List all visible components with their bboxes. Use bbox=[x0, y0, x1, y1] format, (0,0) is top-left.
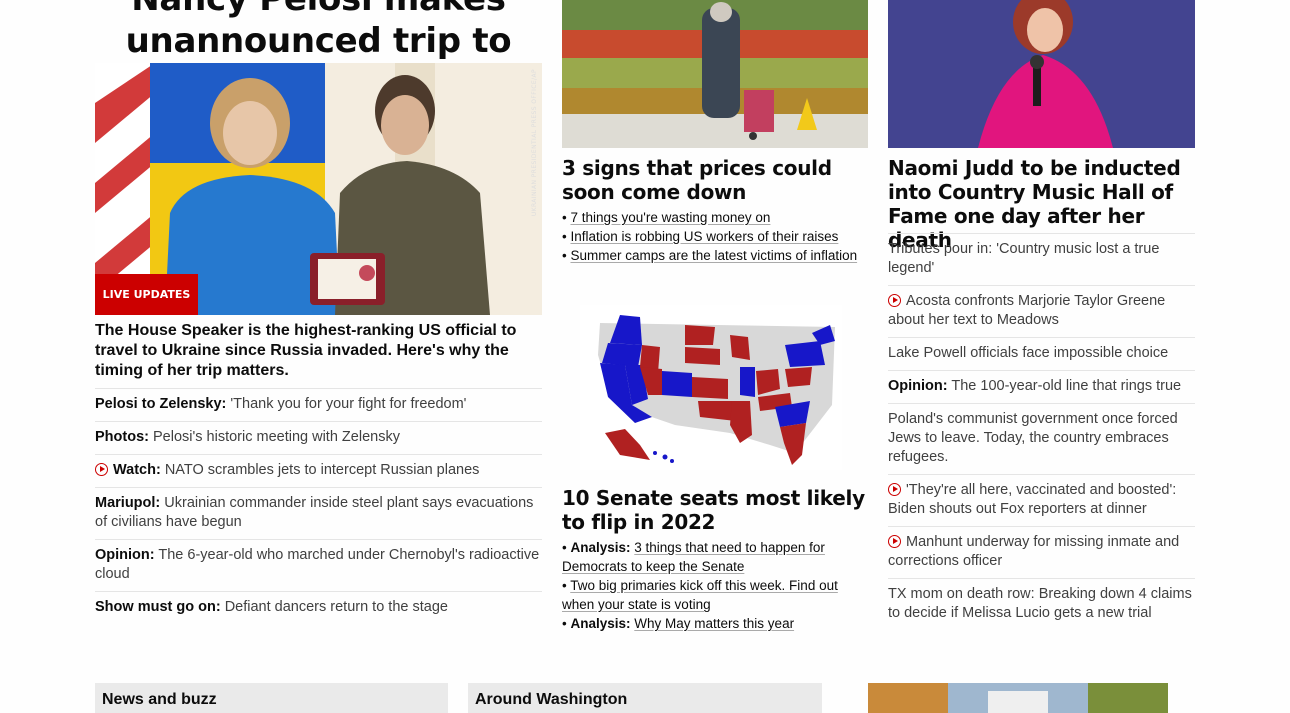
item-text: The 100-year-old line that rings true bbox=[951, 378, 1182, 394]
bullet-link[interactable]: Inflation is robbing US workers of their… bbox=[570, 229, 838, 244]
item-text: 'They're all here, vaccinated and booste… bbox=[888, 482, 1177, 517]
play-icon bbox=[888, 535, 901, 548]
bullet-item: • Summer camps are the latest victims of… bbox=[562, 248, 858, 263]
item-text: Tributes pour in: 'Country music lost a … bbox=[888, 241, 1160, 276]
play-icon bbox=[888, 483, 901, 496]
list-item[interactable]: Opinion: The 6-year-old who marched unde… bbox=[95, 539, 542, 591]
grocery-photo[interactable] bbox=[562, 0, 868, 148]
lead-subhead[interactable]: The House Speaker is the highest-ranking… bbox=[95, 321, 542, 381]
naomi-judd-image bbox=[888, 0, 1195, 148]
bullet-link[interactable]: Summer camps are the latest victims of i… bbox=[570, 248, 857, 263]
list-item[interactable]: Pelosi to Zelensky: 'Thank you for your … bbox=[95, 388, 542, 421]
item-text: TX mom on death row: Breaking down 4 cla… bbox=[888, 586, 1192, 621]
list-item[interactable]: Watch: NATO scrambles jets to intercept … bbox=[95, 454, 542, 487]
prices-headline[interactable]: 3 signs that prices could soon come down bbox=[562, 156, 868, 204]
play-icon bbox=[888, 294, 901, 307]
item-label: Mariupol: bbox=[95, 495, 161, 511]
item-label: Photos: bbox=[95, 429, 149, 445]
bullet-item: • Two big primaries kick off this week. … bbox=[562, 578, 838, 612]
list-item[interactable]: Acosta confronts Marjorie Taylor Greene … bbox=[888, 285, 1195, 337]
list-item[interactable]: Poland's communist government once force… bbox=[888, 403, 1195, 474]
news-buzz-section-header[interactable]: News and buzz bbox=[95, 683, 448, 713]
item-text: Poland's communist government once force… bbox=[888, 411, 1178, 465]
grocery-aisle-image bbox=[562, 0, 868, 148]
bullet-link[interactable]: Two big primaries kick off this week. Fi… bbox=[562, 578, 838, 612]
lead-related-list: Pelosi to Zelensky: 'Thank you for your … bbox=[95, 388, 542, 624]
prices-related-list: • 7 things you're wasting money on • Infl… bbox=[562, 208, 862, 265]
bullet-item: • Analysis: 3 things that need to happen… bbox=[562, 540, 825, 574]
list-item[interactable]: TX mom on death row: Breaking down 4 cla… bbox=[888, 578, 1195, 630]
list-item[interactable]: 'They're all here, vaccinated and booste… bbox=[888, 474, 1195, 526]
promo-image bbox=[868, 683, 1168, 713]
item-text: NATO scrambles jets to intercept Russian… bbox=[164, 462, 480, 478]
bullet-link[interactable]: Why May matters this year bbox=[634, 616, 794, 631]
item-label: Opinion: bbox=[888, 378, 948, 394]
senate-map[interactable] bbox=[580, 305, 842, 470]
bullet-link[interactable]: 7 things you're wasting money on bbox=[570, 210, 770, 225]
list-item[interactable]: Photos: Pelosi's historic meeting with Z… bbox=[95, 421, 542, 454]
bullet-label: Analysis: bbox=[570, 540, 631, 555]
item-label: Pelosi to Zelensky: bbox=[95, 396, 227, 412]
play-icon bbox=[95, 463, 108, 476]
bullet-label: Analysis: bbox=[570, 616, 631, 631]
judd-related-list: Tributes pour in: 'Country music lost a … bbox=[888, 233, 1195, 630]
list-item[interactable]: Tributes pour in: 'Country music lost a … bbox=[888, 233, 1195, 285]
item-text: Pelosi's historic meeting with Zelensky bbox=[153, 429, 400, 445]
list-item[interactable]: Opinion: The 100-year-old line that ring… bbox=[888, 370, 1195, 403]
list-item[interactable]: Show must go on: Defiant dancers return … bbox=[95, 591, 542, 624]
list-item[interactable]: Lake Powell officials face impossible ch… bbox=[888, 337, 1195, 370]
bullet-item: • 7 things you're wasting money on bbox=[562, 210, 771, 225]
list-item[interactable]: Mariupol: Ukrainian commander inside ste… bbox=[95, 487, 542, 539]
photo-credit: UKRAINIAN PRESIDENTIAL PRESS OFFICE/AP bbox=[531, 69, 538, 217]
item-text: 'Thank you for your fight for freedom' bbox=[230, 396, 467, 412]
item-label: Watch: bbox=[113, 462, 161, 478]
naomi-judd-photo[interactable] bbox=[888, 0, 1195, 148]
item-text: Defiant dancers return to the stage bbox=[224, 599, 448, 615]
item-text: Acosta confronts Marjorie Taylor Greene … bbox=[888, 293, 1166, 328]
item-label: Opinion: bbox=[95, 547, 155, 563]
item-text: The 6-year-old who marched under Chernob… bbox=[95, 547, 540, 582]
live-updates-badge[interactable]: LIVE UPDATES bbox=[95, 274, 198, 315]
bullet-item: • Inflation is robbing US workers of the… bbox=[562, 229, 839, 244]
item-label: Show must go on: bbox=[95, 599, 221, 615]
item-text: Lake Powell officials face impossible ch… bbox=[888, 345, 1169, 361]
us-senate-map-image bbox=[580, 305, 842, 470]
list-item[interactable]: Manhunt underway for missing inmate and … bbox=[888, 526, 1195, 578]
senate-related-list: • Analysis: 3 things that need to happen… bbox=[562, 538, 862, 633]
item-text: Manhunt underway for missing inmate and … bbox=[888, 534, 1180, 569]
bullet-item: • Analysis: Why May matters this year bbox=[562, 616, 795, 631]
item-text: Ukrainian commander inside steel plant s… bbox=[95, 495, 534, 530]
senate-headline[interactable]: 10 Senate seats most likely to flip in 2… bbox=[562, 486, 868, 534]
bottom-promo-photo[interactable] bbox=[868, 683, 1168, 713]
around-washington-section-header[interactable]: Around Washington bbox=[468, 683, 822, 713]
